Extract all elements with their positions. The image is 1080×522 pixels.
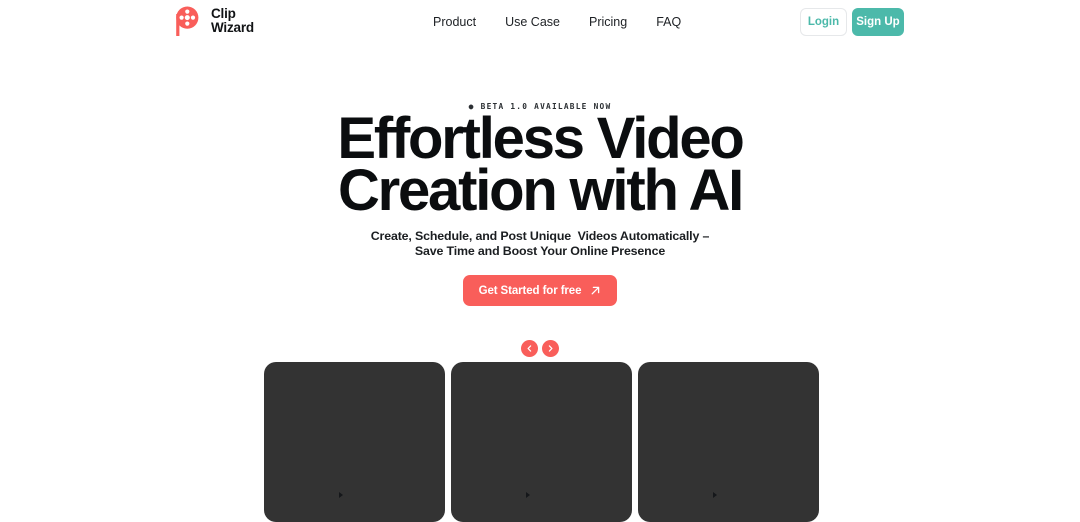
video-placeholder-icon xyxy=(712,491,718,499)
video-card[interactable] xyxy=(638,362,819,522)
video-placeholder-icon xyxy=(338,491,344,499)
chevron-right-icon xyxy=(546,344,555,353)
page-title: Effortless Video Creation with AI xyxy=(0,110,1080,224)
landing-page: Clip Wizard Product Use Case Pricing FAQ… xyxy=(0,0,1080,522)
signup-button[interactable]: Sign Up xyxy=(852,8,904,36)
video-card-list xyxy=(264,362,819,522)
nav-item-use-case[interactable]: Use Case xyxy=(505,15,560,29)
brand-name-line2: Wizard xyxy=(211,20,254,35)
chevron-left-icon xyxy=(525,344,534,353)
carousel-next-button[interactable] xyxy=(542,340,559,357)
headline-line-2: Creation with AI xyxy=(337,158,744,224)
brand-name: Clip Wizard xyxy=(211,7,254,35)
video-card[interactable] xyxy=(451,362,632,522)
video-card[interactable] xyxy=(264,362,445,522)
site-header: Clip Wizard Product Use Case Pricing FAQ… xyxy=(0,0,1080,46)
hero-subtitle: Create, Schedule, and Post Unique Videos… xyxy=(370,229,710,258)
cta-container: Get Started for free xyxy=(0,275,1080,306)
main-nav: Product Use Case Pricing FAQ xyxy=(433,15,681,29)
login-button[interactable]: Login xyxy=(800,8,847,36)
arrow-up-right-icon xyxy=(590,285,601,296)
get-started-button[interactable]: Get Started for free xyxy=(462,275,618,306)
film-reel-icon xyxy=(172,5,202,37)
carousel-prev-button[interactable] xyxy=(521,340,538,357)
auth-buttons: Login Sign Up xyxy=(800,8,904,36)
cta-label: Get Started for free xyxy=(478,284,582,297)
brand-name-line1: Clip xyxy=(211,6,236,21)
brand-logo[interactable]: Clip Wizard xyxy=(172,5,254,37)
carousel-controls xyxy=(0,340,1080,357)
video-placeholder-icon xyxy=(525,491,531,499)
nav-item-pricing[interactable]: Pricing xyxy=(589,15,627,29)
nav-item-faq[interactable]: FAQ xyxy=(656,15,681,29)
nav-item-product[interactable]: Product xyxy=(433,15,476,29)
